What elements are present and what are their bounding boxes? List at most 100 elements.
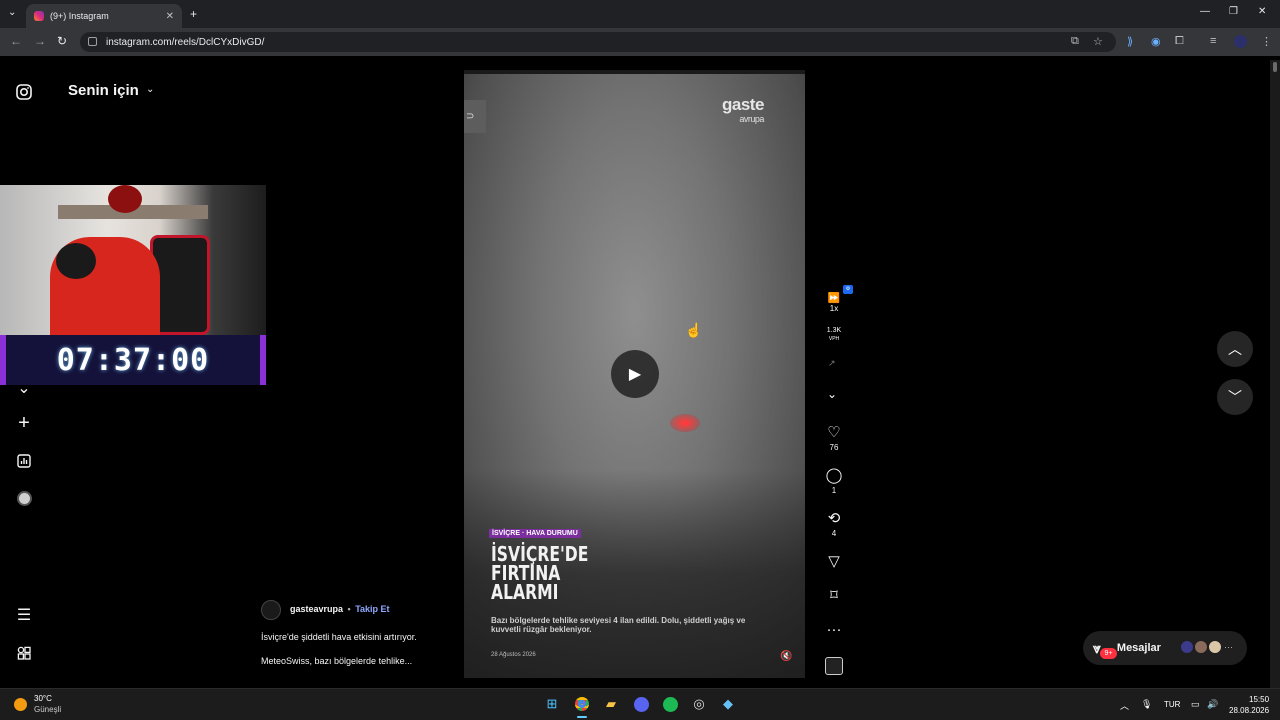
messages-label: Mesajlar: [1116, 642, 1161, 654]
minimize-window-icon[interactable]: —: [1200, 6, 1210, 17]
tab-title: (9+) Instagram: [50, 11, 109, 21]
collapse-chevron-icon[interactable]: ⌄: [827, 387, 837, 401]
message-avatar: [1208, 640, 1222, 654]
weather-sun-icon[interactable]: [14, 698, 27, 711]
author-row: gasteavrupa • Takip Et: [290, 604, 390, 614]
vph-counter: 1.3K VPH: [826, 327, 842, 342]
send-icon: ▽: [828, 553, 840, 570]
back-icon[interactable]: ←: [10, 34, 22, 48]
share-button[interactable]: ▽: [819, 554, 849, 570]
reel-headline: İSVİÇRE'DE FIRTINA ALARMI: [491, 542, 589, 604]
more-options-button[interactable]: ···: [819, 622, 849, 638]
url-text: instagram.com/reels/DclCYxDivGD/: [106, 36, 265, 48]
next-reel-button[interactable]: ﹀: [1217, 379, 1253, 415]
reload-icon[interactable]: ↻: [57, 34, 67, 48]
extension-wave-icon[interactable]: ⟫: [1127, 35, 1133, 48]
profile-avatar[interactable]: [1234, 35, 1247, 48]
profile-avatar-sidebar[interactable]: [17, 491, 32, 506]
restore-window-icon[interactable]: ❐: [1229, 6, 1238, 17]
message-avatar: [1180, 640, 1194, 654]
reel-top-bar: [464, 70, 805, 74]
author-username[interactable]: gasteavrupa: [290, 604, 343, 614]
feed-title[interactable]: Senin için: [68, 82, 139, 99]
playback-speed-control[interactable]: ⏩ 1x: [820, 293, 848, 313]
dashboard-chart-icon[interactable]: [15, 452, 33, 470]
browser-tab-instagram[interactable]: (9+) Instagram ✕: [26, 4, 182, 28]
bookmark-icon: ⌑: [830, 587, 838, 604]
speed-value: 1x: [829, 304, 839, 313]
repost-count: 4: [831, 529, 837, 538]
chrome-taskbar-icon[interactable]: [572, 695, 592, 713]
fast-forward-icon: ⏩: [827, 293, 841, 304]
file-explorer-icon[interactable]: ▰: [601, 695, 621, 713]
instagram-logo-icon[interactable]: [15, 83, 33, 101]
tab-close-icon[interactable]: ✕: [166, 11, 174, 22]
tray-overflow-chevron-icon[interactable]: ︿: [1120, 699, 1129, 712]
clock-time: 15:50: [1249, 695, 1270, 704]
messages-badge: 9+: [1100, 648, 1117, 659]
mute-icon[interactable]: 🔇: [780, 651, 792, 662]
follow-button[interactable]: Takip Et: [355, 604, 389, 614]
webcam-overlay: [0, 185, 266, 335]
install-app-icon[interactable]: ⧉: [1071, 35, 1079, 48]
steam-icon[interactable]: ◆: [718, 695, 738, 713]
reel-date: 28 Ağustos 2026: [491, 652, 536, 658]
forward-icon[interactable]: →: [34, 34, 46, 48]
extensions-puzzle-icon[interactable]: ⧠: [1175, 35, 1184, 48]
instagram-favicon-icon: [34, 11, 44, 21]
reel-corner-chip: ⊃: [464, 100, 486, 133]
gaste-watermark-logo: gaste avrupa: [722, 95, 764, 124]
feed-dropdown-chevron-icon[interactable]: ⌄: [146, 84, 154, 95]
windows-start-icon[interactable]: ⊞: [542, 695, 562, 713]
message-avatar: [1194, 640, 1208, 654]
play-button[interactable]: ▶: [611, 350, 659, 398]
extension-shield-icon[interactable]: ◉: [1151, 35, 1161, 48]
repost-button[interactable]: ⟲ 4: [819, 511, 849, 539]
trend-sparkline-icon: ↗: [828, 358, 836, 368]
site-info-icon[interactable]: [88, 37, 97, 46]
create-plus-icon[interactable]: +: [15, 412, 33, 434]
microphone-icon[interactable]: 🎙: [1141, 699, 1152, 710]
audio-thumbnail[interactable]: [825, 657, 843, 675]
volume-icon[interactable]: 🔊: [1207, 699, 1218, 710]
system-clock[interactable]: 15:50 28.08.2026: [1229, 694, 1269, 716]
like-count: 76: [829, 443, 839, 452]
reel-category-tag: İSVİÇRE · HAVA DURUMU: [489, 529, 581, 538]
tab-search-chevron-icon[interactable]: ⌄: [8, 7, 16, 18]
chevron-up-icon: ︿: [1228, 341, 1242, 357]
app-circle-icon[interactable]: ◎: [689, 695, 709, 713]
heart-icon: ♡: [827, 424, 841, 441]
new-tab-button[interactable]: +: [190, 7, 197, 21]
previous-reel-button[interactable]: ︿: [1217, 331, 1253, 367]
clock-date: 28.08.2026: [1229, 706, 1270, 715]
page-scrollbar[interactable]: [1270, 60, 1280, 688]
apps-grid-icon[interactable]: [15, 644, 33, 662]
comment-button[interactable]: ◯ 1: [819, 467, 849, 496]
caption-line-2[interactable]: MeteoSwiss, bazı bölgelerde tehlike...: [261, 656, 412, 666]
spotify-icon[interactable]: [660, 695, 680, 713]
reel-subline: Bazı bölgelerde tehlike seviyesi 4 ilan …: [491, 616, 746, 634]
close-window-icon[interactable]: ✕: [1258, 6, 1266, 17]
active-app-indicator: [577, 716, 587, 718]
chrome-menu-icon[interactable]: ⋮: [1261, 35, 1272, 48]
save-button[interactable]: ⌑: [819, 588, 849, 604]
hand-cursor-icon: ☝: [685, 322, 703, 338]
caption-line-1: İsviçre'de şiddetli hava etkisini artırı…: [261, 632, 417, 642]
like-button[interactable]: ♡ 76: [819, 424, 849, 453]
scrollbar-thumb[interactable]: [1273, 62, 1277, 72]
input-language[interactable]: TUR: [1164, 700, 1180, 709]
media-control-icon[interactable]: ≡: [1210, 35, 1216, 47]
author-avatar[interactable]: [261, 600, 281, 620]
display-network-icon[interactable]: ▭: [1191, 699, 1200, 710]
address-bar[interactable]: instagram.com/reels/DclCYxDivGD/: [80, 32, 1116, 52]
bookmark-star-icon[interactable]: ☆: [1093, 35, 1103, 48]
comment-icon: ◯: [825, 467, 843, 484]
discord-icon[interactable]: [631, 695, 651, 713]
comment-count: 1: [831, 486, 837, 495]
menu-hamburger-icon[interactable]: ☰: [15, 606, 33, 624]
more-dots-icon: ···: [826, 621, 842, 638]
stream-timer: 07:37:00: [0, 335, 266, 385]
weather-temperature[interactable]: 30°C: [34, 694, 52, 703]
weather-condition[interactable]: Güneşli: [34, 705, 61, 714]
chevron-down-icon: ﹀: [1228, 389, 1242, 405]
